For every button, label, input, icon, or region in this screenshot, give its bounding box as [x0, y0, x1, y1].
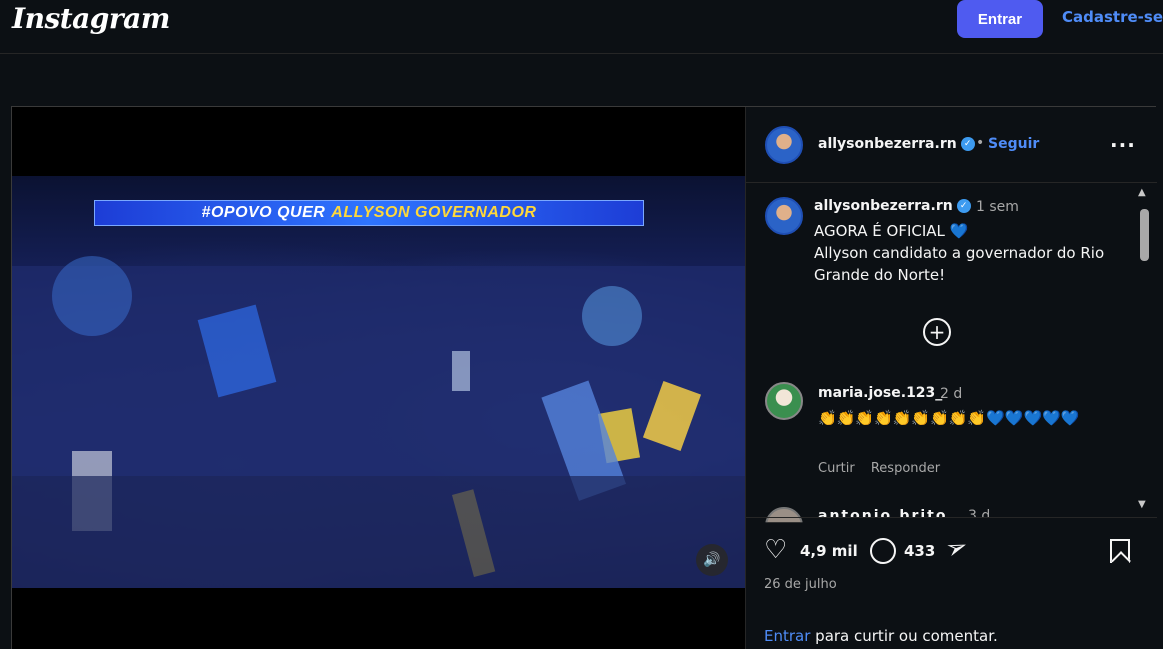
post-date[interactable]: 26 de julho — [764, 577, 837, 592]
post-sidebar: allysonbezerra.rn ✓ • Seguir ··· allysonb… — [745, 107, 1157, 649]
blue-heart-icon: 💙 — [949, 222, 969, 240]
caption-line-1: AGORA É OFICIAL — [814, 222, 945, 240]
share-paper-plane-icon[interactable]: ➢ — [942, 530, 973, 566]
comment-username[interactable]: maria.jose.123_ — [818, 385, 942, 401]
event-banner: #OPOVO QUER ALLYSON GOVERNADOR — [94, 200, 644, 226]
like-heart-icon[interactable]: ♡ — [764, 537, 787, 563]
comment-text: 👏👏👏👏👏👏👏👏👏💙💙💙💙💙 — [818, 409, 1080, 427]
comments-section[interactable]: allysonbezerra.rn ✓ 1 sem AGORA É OFICIAL… — [746, 107, 1157, 523]
caption-line-2: Allyson candidato a governador do Rio Gr… — [814, 244, 1105, 284]
crowd-scene — [12, 256, 745, 588]
post-container: #OPOVO QUER ALLYSON GOVERNADOR 🔊 allyson… — [11, 106, 1157, 649]
scrollbar-thumb[interactable] — [1140, 209, 1149, 261]
comment-bubble-icon[interactable] — [870, 538, 896, 564]
caption-time[interactable]: 1 sem — [976, 199, 1019, 215]
login-prompt: Entrar para curtir ou comentar. — [764, 627, 998, 645]
sound-toggle-button[interactable]: 🔊 — [696, 544, 728, 576]
caption-avatar[interactable] — [765, 197, 803, 235]
signup-link[interactable]: Cadastre-se — [1062, 8, 1163, 26]
instagram-logo[interactable]: Instagram — [12, 2, 170, 35]
speaker-icon: 🔊 — [703, 552, 721, 568]
banner-text: #OPOVO QUER — [201, 204, 326, 221]
caption-username[interactable]: allysonbezerra.rn ✓ — [814, 198, 971, 214]
verified-icon: ✓ — [956, 199, 971, 213]
scroll-down-icon[interactable]: ▼ — [1138, 499, 1146, 510]
load-more-comments-icon[interactable]: + — [923, 318, 951, 346]
comment-reply-button[interactable]: Responder — [871, 461, 940, 476]
likes-count[interactable]: 4,9 mil — [800, 542, 858, 560]
commenter-avatar[interactable] — [765, 382, 803, 420]
top-bar: Instagram Entrar Cadastre-se — [0, 0, 1163, 54]
comment-like-button[interactable]: Curtir — [818, 461, 855, 476]
login-prompt-link[interactable]: Entrar — [764, 627, 810, 645]
login-button[interactable]: Entrar — [957, 0, 1043, 38]
comments-count: 433 — [904, 542, 936, 560]
banner-name: ALLYSON GOVERNADOR — [331, 204, 537, 221]
caption-username-text[interactable]: allysonbezerra.rn — [814, 198, 953, 214]
comment-actions: Curtir Responder — [818, 461, 952, 476]
post-caption: AGORA É OFICIAL 💙 Allyson candidato a go… — [814, 220, 1124, 286]
scroll-up-icon[interactable]: ▲ — [1138, 187, 1146, 198]
login-prompt-text: para curtir ou comentar. — [810, 627, 998, 645]
post-video[interactable]: #OPOVO QUER ALLYSON GOVERNADOR 🔊 — [12, 176, 745, 588]
comment-time: 2 d — [940, 386, 963, 402]
post-media: #OPOVO QUER ALLYSON GOVERNADOR 🔊 — [12, 107, 745, 649]
post-actions: ♡ 4,9 mil 433 ➢ 26 de julho Entrar para … — [746, 517, 1157, 649]
save-bookmark-icon[interactable] — [1110, 539, 1130, 563]
